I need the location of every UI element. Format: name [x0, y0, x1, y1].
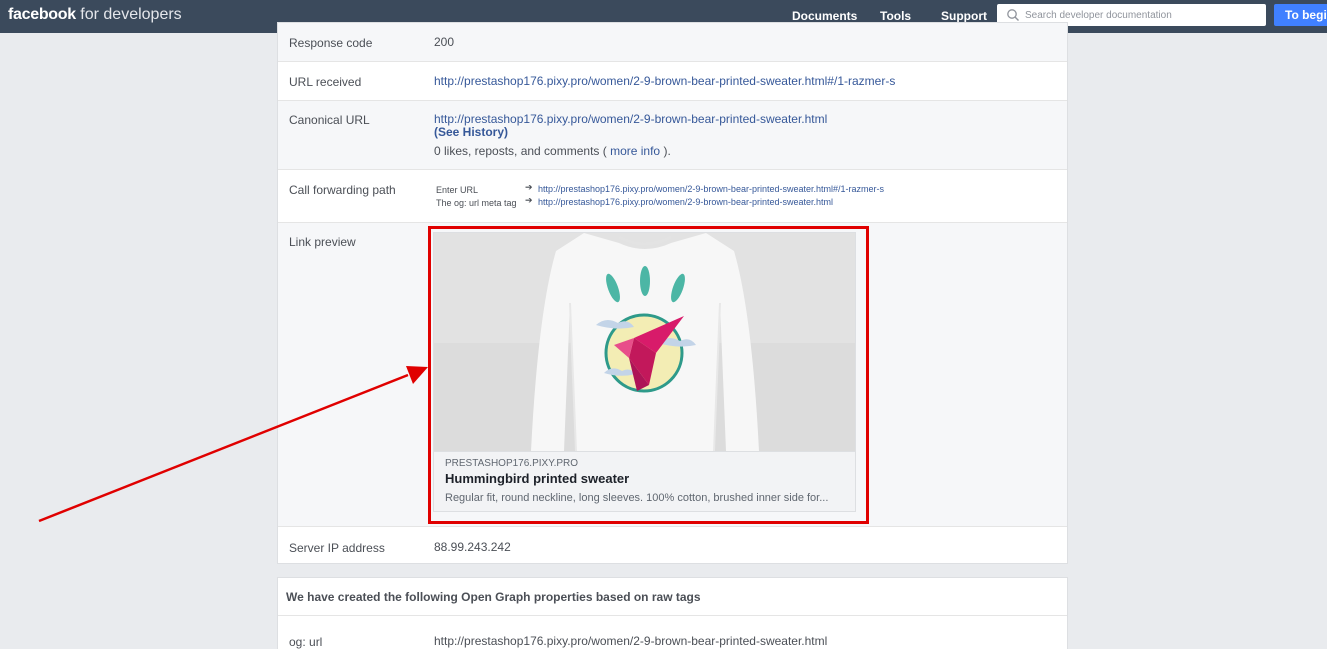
og-row: og: url http://prestashop176.pixy.pro/wo… [278, 615, 1067, 649]
og-url-value: http://prestashop176.pixy.pro/women/2-9-… [434, 634, 828, 648]
og-properties-panel: We have created the following Open Graph… [277, 577, 1068, 649]
red-arrow-annotation [38, 366, 428, 523]
og-properties-header: We have created the following Open Graph… [286, 590, 701, 604]
og-url-label: og: url [289, 635, 323, 649]
